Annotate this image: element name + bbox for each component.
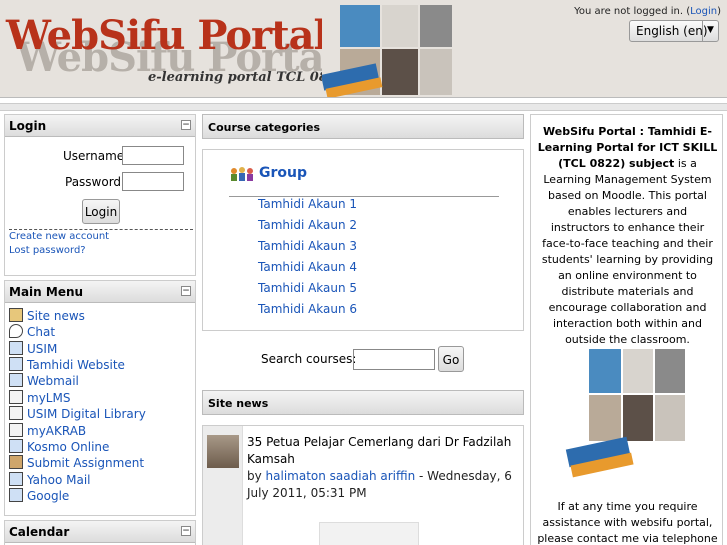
contact-text: If at any time you require assistance wi… bbox=[537, 500, 718, 545]
main-menu-block: Main Menu − Site news Chat USIM Tamhidi … bbox=[4, 280, 196, 516]
menu-item-label: USIM Digital Library bbox=[27, 407, 146, 421]
header-collage-image bbox=[322, 5, 452, 97]
login-block: Login − Username Password Login Create n… bbox=[4, 114, 196, 276]
category-group-link[interactable]: Group bbox=[259, 165, 307, 181]
menu-item-submit-assignment[interactable]: Submit Assignment bbox=[9, 455, 144, 471]
menu-item-myakrab[interactable]: myAKRAB bbox=[9, 423, 86, 439]
about-text: WebSifu Portal : Tamhidi E-Learning Port… bbox=[537, 124, 718, 348]
news-post-image bbox=[319, 522, 419, 545]
calendar-block-header: Calendar − bbox=[5, 521, 195, 543]
login-block-title: Login bbox=[9, 119, 47, 133]
lost-password-link[interactable]: Lost password? bbox=[9, 245, 86, 256]
news-by-label: by bbox=[247, 469, 262, 483]
create-account-link[interactable]: Create new account bbox=[9, 231, 109, 242]
news-post-title: 35 Petua Pelajar Cemerlang dari Dr Fadzi… bbox=[247, 435, 512, 466]
navbar-strip bbox=[0, 103, 727, 111]
username-label: Username bbox=[63, 149, 125, 163]
course-link[interactable]: Tamhidi Akaun 5 bbox=[258, 281, 357, 295]
menu-item-usim-digital-library[interactable]: USIM Digital Library bbox=[9, 406, 146, 422]
course-categories-header: Course categories bbox=[202, 114, 524, 139]
menu-item-kosmo-online[interactable]: Kosmo Online bbox=[9, 439, 109, 455]
main-menu-title: Main Menu bbox=[9, 285, 84, 299]
web-icon bbox=[9, 341, 23, 355]
course-link[interactable]: Tamhidi Akaun 2 bbox=[258, 218, 357, 232]
language-select-value: English (en) bbox=[636, 24, 708, 38]
password-label: Password bbox=[65, 175, 122, 189]
news-author-column bbox=[203, 426, 243, 545]
avatar[interactable] bbox=[207, 435, 239, 468]
search-go-button[interactable]: Go bbox=[438, 346, 464, 372]
news-post-meta: by halimaton saadiah ariffin - Wednesday… bbox=[247, 468, 517, 502]
collapse-icon[interactable]: − bbox=[181, 286, 191, 296]
menu-item-yahoo-mail[interactable]: Yahoo Mail bbox=[9, 472, 91, 488]
course-link[interactable]: Tamhidi Akaun 4 bbox=[258, 260, 357, 274]
web-icon bbox=[9, 472, 23, 486]
about-collage-image bbox=[565, 349, 685, 483]
menu-item-label: myAKRAB bbox=[27, 424, 87, 438]
search-courses-input[interactable] bbox=[353, 349, 435, 370]
course-categories-box: Group Tamhidi Akaun 1 Tamhidi Akaun 2 Ta… bbox=[202, 149, 524, 331]
login-status: You are not logged in. (Login) bbox=[574, 6, 721, 17]
site-logo-subtitle: e-learning portal TCL 0822 bbox=[148, 70, 346, 85]
login-status-prefix: You are not logged in. ( bbox=[574, 6, 691, 17]
site-news-header: Site news bbox=[202, 390, 524, 415]
menu-item-label: USIM bbox=[27, 342, 58, 356]
search-courses-label: Search courses: bbox=[261, 352, 357, 366]
calendar-block-title: Calendar bbox=[9, 525, 70, 539]
login-status-suffix: ) bbox=[717, 6, 721, 17]
course-link[interactable]: Tamhidi Akaun 6 bbox=[258, 302, 357, 316]
web-icon bbox=[9, 357, 23, 371]
site-news-post: 35 Petua Pelajar Cemerlang dari Dr Fadzi… bbox=[202, 425, 524, 545]
header-login-link[interactable]: Login bbox=[690, 6, 717, 17]
menu-item-label: Tamhidi Website bbox=[27, 358, 125, 372]
site-logo-title[interactable]: WebSifu Portal bbox=[6, 12, 329, 59]
web-icon bbox=[9, 439, 23, 453]
menu-item-label: Site news bbox=[27, 309, 85, 323]
group-icon bbox=[231, 167, 253, 181]
web-icon bbox=[9, 373, 23, 387]
menu-item-label: Chat bbox=[27, 325, 56, 339]
menu-item-label: Yahoo Mail bbox=[27, 473, 91, 487]
news-icon bbox=[9, 308, 23, 322]
menu-item-label: Webmail bbox=[27, 374, 79, 388]
menu-item-tamhidi-website[interactable]: Tamhidi Website bbox=[9, 357, 125, 373]
menu-item-label: Kosmo Online bbox=[27, 440, 110, 454]
chat-icon bbox=[9, 324, 23, 338]
course-link[interactable]: Tamhidi Akaun 3 bbox=[258, 239, 357, 253]
menu-item-usim[interactable]: USIM bbox=[9, 341, 57, 357]
collapse-icon[interactable]: − bbox=[181, 526, 191, 536]
password-input[interactable] bbox=[122, 172, 184, 191]
menu-item-label: Submit Assignment bbox=[27, 456, 145, 470]
menu-item-chat[interactable]: Chat bbox=[9, 324, 55, 340]
site-header: WebSifu Portal WebSifu Portal e-learning… bbox=[0, 0, 727, 98]
menu-item-label: Google bbox=[27, 489, 70, 503]
course-link[interactable]: Tamhidi Akaun 1 bbox=[258, 197, 357, 211]
calendar-block: Calendar − bbox=[4, 520, 196, 545]
document-icon bbox=[9, 423, 23, 437]
login-divider bbox=[9, 229, 193, 230]
about-block: WebSifu Portal : Tamhidi E-Learning Port… bbox=[530, 114, 723, 545]
document-icon bbox=[9, 390, 23, 404]
document-icon bbox=[9, 406, 23, 420]
news-author-link[interactable]: halimaton saadiah ariffin bbox=[266, 469, 416, 483]
collapse-icon[interactable]: − bbox=[181, 120, 191, 130]
menu-item-label: myLMS bbox=[27, 391, 71, 405]
about-description: is a Learning Management System based on… bbox=[541, 157, 714, 346]
menu-item-webmail[interactable]: Webmail bbox=[9, 373, 79, 389]
menu-item-mylms[interactable]: myLMS bbox=[9, 390, 70, 406]
dropdown-arrow-icon: ▼ bbox=[702, 21, 718, 41]
login-button[interactable]: Login bbox=[82, 199, 120, 224]
menu-item-google[interactable]: Google bbox=[9, 488, 69, 504]
submit-icon bbox=[9, 455, 23, 469]
language-select[interactable]: English (en) ▼ bbox=[629, 20, 719, 42]
main-menu-header: Main Menu − bbox=[5, 281, 195, 303]
username-input[interactable] bbox=[122, 146, 184, 165]
menu-item-site-news[interactable]: Site news bbox=[9, 308, 85, 324]
login-block-header: Login − bbox=[5, 115, 195, 137]
web-icon bbox=[9, 488, 23, 502]
